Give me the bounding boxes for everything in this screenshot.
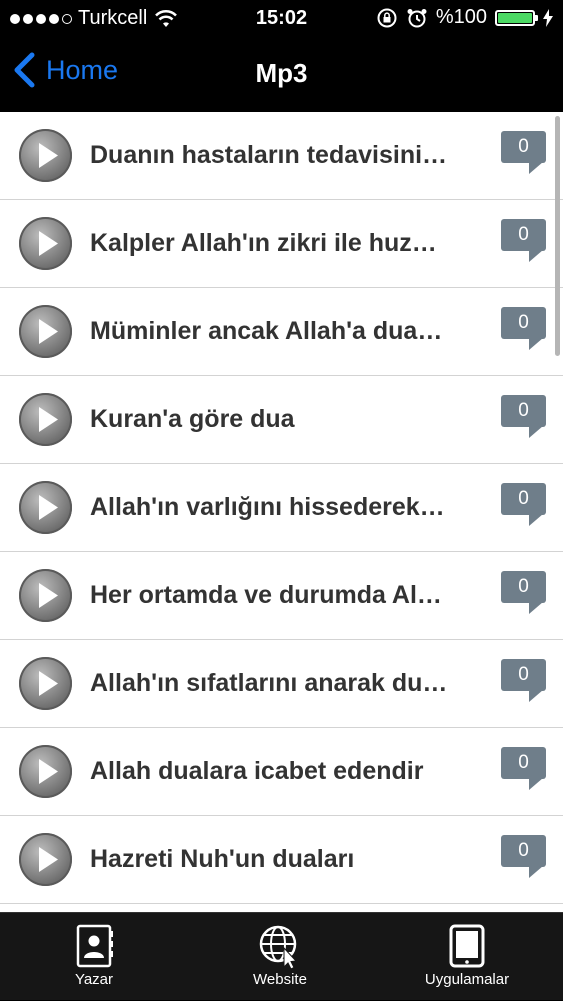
tab-website[interactable]: Website: [238, 913, 322, 1001]
comment-count: 0: [501, 659, 546, 691]
list-item[interactable]: Allah'ın varlığını hissederek… 0: [0, 464, 563, 552]
comment-count-badge: 0: [501, 219, 546, 262]
list-item-title: Allah'ın sıfatlarını anarak du…: [90, 669, 448, 697]
contacts-book-icon: [76, 924, 113, 968]
charging-bolt-icon: [543, 8, 553, 27]
comment-count-badge: 0: [501, 835, 546, 878]
alarm-icon: [407, 8, 427, 27]
mp3-list[interactable]: Duanın hastaların tedavisini… 0 Kalpler …: [0, 112, 563, 912]
tab-website-label: Website: [253, 971, 307, 988]
comment-count: 0: [501, 131, 546, 163]
play-icon[interactable]: [19, 481, 72, 534]
list-item-title: Allah'ın varlığını hissederek…: [90, 493, 445, 521]
play-icon[interactable]: [19, 833, 72, 886]
navigation-bar: Home Mp3: [0, 38, 563, 112]
comment-count-badge: 0: [501, 747, 546, 790]
list-item[interactable]: Hazreti Nuh'un duaları 0: [0, 816, 563, 904]
status-right: %100: [376, 6, 553, 29]
comment-count: 0: [501, 219, 546, 251]
page-title: Mp3: [255, 58, 308, 88]
play-icon[interactable]: [19, 129, 72, 182]
comment-count-badge: 0: [501, 307, 546, 350]
list-item[interactable]: Kuran'a göre dua 0: [0, 376, 563, 464]
list-item[interactable]: Kalpler Allah'ın zikri ile huz… 0: [0, 200, 563, 288]
comment-count: 0: [501, 307, 546, 339]
comment-count: 0: [501, 747, 546, 779]
list-item-title: Müminler ancak Allah'a dua…: [90, 317, 443, 345]
comment-count: 0: [501, 483, 546, 515]
comment-count: 0: [501, 571, 546, 603]
list-item[interactable]: Allah'ın sıfatlarını anarak du… 0: [0, 640, 563, 728]
battery-percent: %100: [435, 6, 487, 28]
status-bar: Turkcell 15:02 %100: [0, 0, 563, 38]
comment-count-badge: 0: [501, 131, 546, 174]
rotation-lock-icon: [377, 8, 397, 27]
globe-cursor-icon: [259, 925, 298, 969]
comment-count-badge: 0: [501, 571, 546, 614]
play-icon[interactable]: [19, 305, 72, 358]
list-item-title: Kalpler Allah'ın zikri ile huz…: [90, 229, 437, 257]
comment-count-badge: 0: [501, 483, 546, 526]
list-item[interactable]: Müminler ancak Allah'a dua… 0: [0, 288, 563, 376]
list-item[interactable]: Her ortamda ve durumda Al… 0: [0, 552, 563, 640]
comment-count-badge: 0: [501, 395, 546, 438]
battery-icon: [495, 9, 538, 26]
list-item[interactable]: Allah dualara icabet edendir 0: [0, 728, 563, 816]
tab-bar: Yazar Website Uygulamalar: [0, 912, 563, 1000]
list-item-title: Allah dualara icabet edendir: [90, 757, 424, 785]
list-item-title: Kuran'a göre dua: [90, 405, 295, 433]
play-icon[interactable]: [19, 745, 72, 798]
comment-count: 0: [501, 835, 546, 867]
list-item-partial[interactable]: [0, 904, 563, 912]
comment-count: 0: [501, 395, 546, 427]
tab-apps-label: Uygulamalar: [424, 971, 510, 988]
tab-author-label: Yazar: [74, 971, 114, 988]
comment-count-badge: 0: [501, 659, 546, 702]
tab-apps[interactable]: Uygulamalar: [408, 913, 526, 1001]
scrollbar[interactable]: [555, 116, 560, 356]
tablet-icon: [449, 924, 485, 968]
list-item-title: Hazreti Nuh'un duaları: [90, 845, 355, 873]
play-icon[interactable]: [19, 657, 72, 710]
list-item-title: Duanın hastaların tedavisini…: [90, 141, 448, 169]
play-icon[interactable]: [19, 393, 72, 446]
play-icon[interactable]: [19, 569, 72, 622]
tab-author[interactable]: Yazar: [54, 913, 134, 1001]
list-item-title: Her ortamda ve durumda Al…: [90, 581, 442, 609]
list-item[interactable]: Duanın hastaların tedavisini… 0: [0, 112, 563, 200]
play-icon[interactable]: [19, 217, 72, 270]
